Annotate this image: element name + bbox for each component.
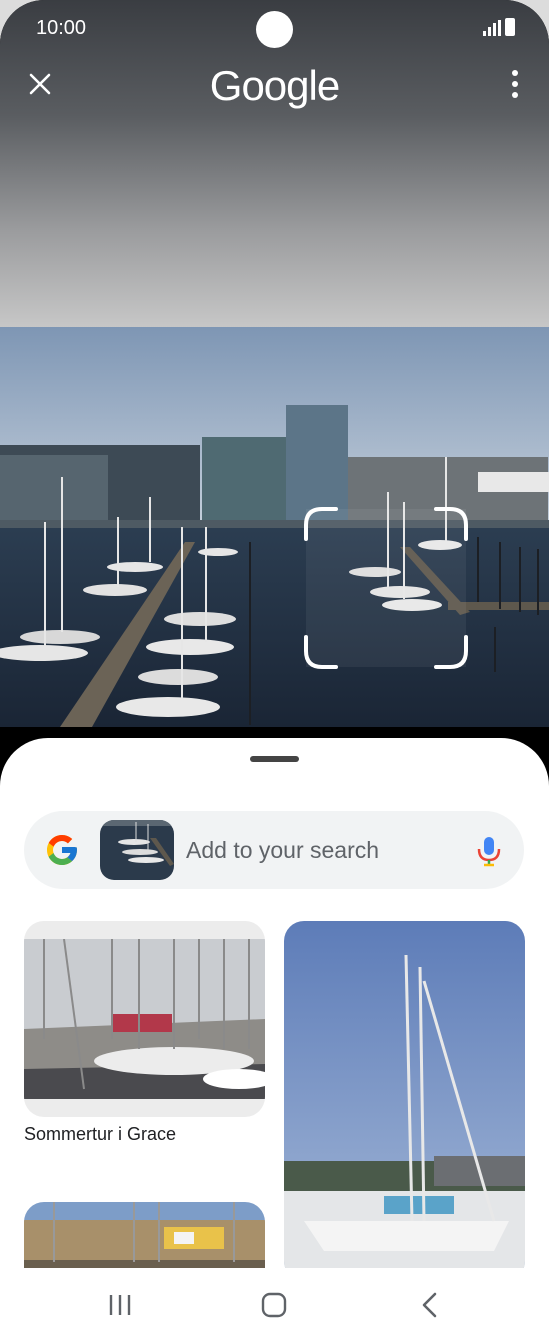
result-card-1[interactable] bbox=[24, 921, 265, 1117]
screen: 10:00 Google Add to your search Sommertu… bbox=[0, 0, 549, 1342]
crop-selection-frame[interactable] bbox=[302, 505, 470, 671]
status-time: 10:00 bbox=[36, 17, 87, 39]
result-image-3 bbox=[24, 1202, 265, 1268]
system-navigation-bar bbox=[0, 1268, 549, 1342]
result-card-2[interactable] bbox=[284, 921, 525, 1268]
more-options-button[interactable] bbox=[503, 66, 527, 102]
drag-handle[interactable] bbox=[250, 756, 299, 762]
mic-icon[interactable] bbox=[476, 835, 502, 867]
google-g-icon bbox=[47, 835, 77, 865]
front-camera-cutout bbox=[256, 11, 293, 48]
battery-icon bbox=[505, 18, 515, 36]
result-card-3[interactable] bbox=[24, 1202, 265, 1268]
back-icon bbox=[422, 1292, 437, 1318]
home-button[interactable] bbox=[258, 1290, 290, 1320]
recents-button[interactable] bbox=[104, 1290, 136, 1320]
back-button[interactable] bbox=[414, 1290, 446, 1320]
status-bar: 10:00 bbox=[0, 0, 549, 56]
more-vert-icon bbox=[512, 70, 518, 76]
query-thumbnail[interactable] bbox=[100, 820, 174, 880]
result-caption-1[interactable]: Sommertur i Grace bbox=[24, 1124, 176, 1145]
google-logo: Google bbox=[209, 62, 340, 109]
signal-icon bbox=[483, 20, 501, 36]
lens-photo[interactable] bbox=[0, 327, 549, 727]
search-bar[interactable]: Add to your search bbox=[24, 811, 524, 889]
recents-icon bbox=[109, 1295, 131, 1315]
search-placeholder[interactable]: Add to your search bbox=[186, 837, 379, 864]
result-image-1 bbox=[24, 939, 265, 1099]
home-icon bbox=[261, 1292, 287, 1318]
app-bar: Google bbox=[0, 56, 549, 116]
result-image-2 bbox=[284, 921, 525, 1268]
results-sheet: Add to your search Sommertur i Grace bbox=[0, 738, 549, 1268]
